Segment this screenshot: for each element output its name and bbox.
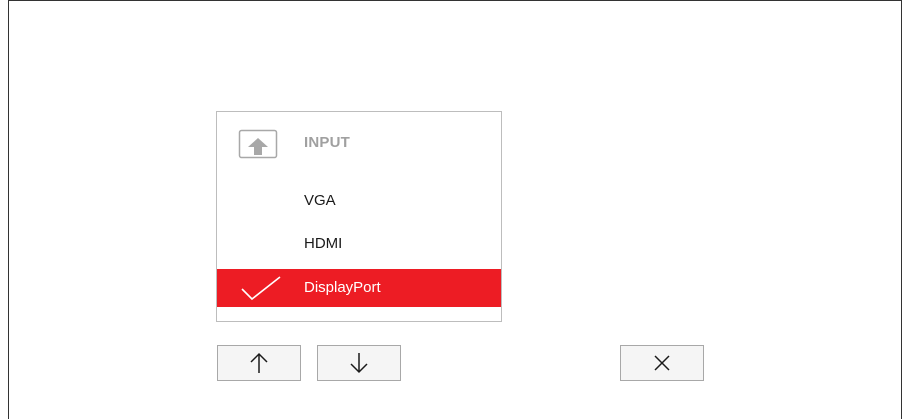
checkmark-icon [239,275,283,303]
close-icon [653,354,671,372]
close-button[interactable] [620,345,704,381]
arrow-down-icon [349,352,369,374]
move-down-button[interactable] [317,345,401,381]
arrow-up-icon [249,352,269,374]
move-up-button[interactable] [217,345,301,381]
input-menu-title: INPUT [304,134,350,151]
input-source-icon [238,129,278,159]
menu-item-label: VGA [304,192,336,209]
menu-item-displayport[interactable]: DisplayPort [217,269,501,307]
menu-item-label: HDMI [304,235,343,252]
menu-item-vga[interactable]: VGA [217,182,501,220]
menu-item-label: DisplayPort [304,279,381,296]
input-menu-panel: INPUT VGA HDMI DisplayPort [216,111,502,322]
input-menu-header: INPUT [217,112,501,176]
menu-item-hdmi[interactable]: HDMI [217,225,501,263]
